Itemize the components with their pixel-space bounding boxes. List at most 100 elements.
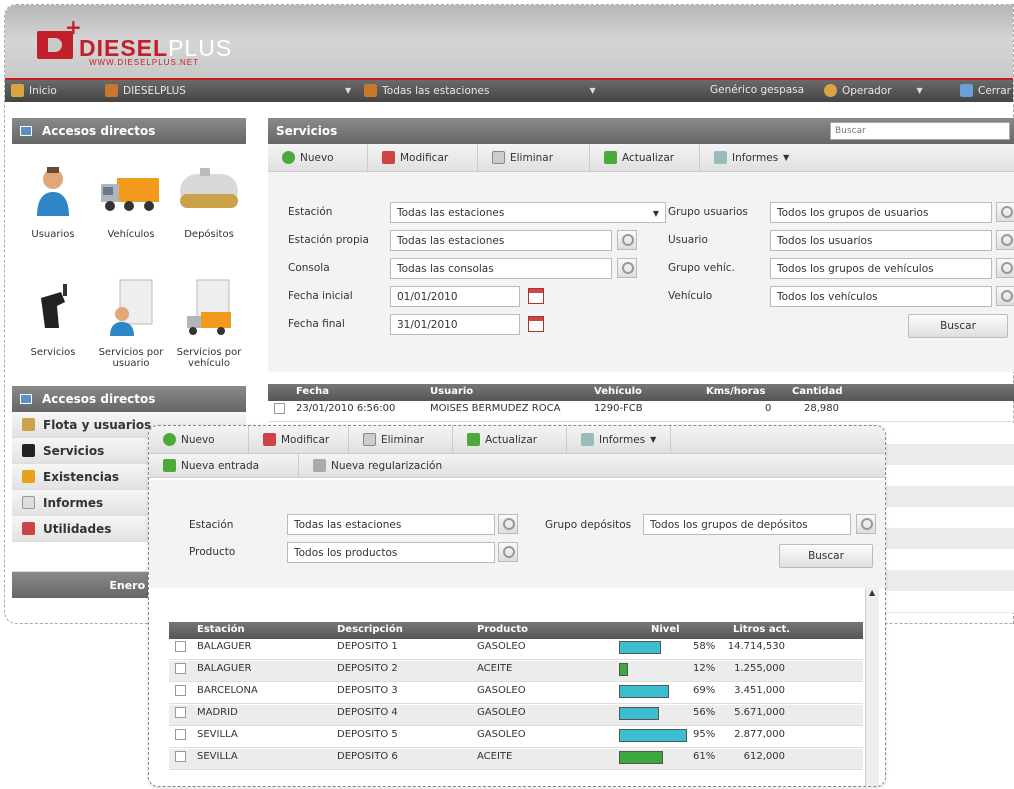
shortcut-vehicles[interactable]: Vehículos bbox=[94, 164, 168, 240]
edit-button[interactable]: Modificar bbox=[249, 426, 349, 453]
level-bar bbox=[619, 707, 659, 720]
table-row[interactable]: MADRID DEPOSITO 4 GASOLEO 56% 5.671,000 bbox=[169, 705, 863, 726]
scrollbar[interactable]: ▲ bbox=[865, 588, 879, 786]
calendar-icon[interactable] bbox=[528, 288, 544, 304]
fleet-icon bbox=[22, 418, 35, 431]
vehicle-field[interactable]: Todos los vehículos bbox=[770, 286, 992, 307]
station-label: Estación bbox=[189, 519, 234, 531]
group-label: Grupo depósitos bbox=[545, 519, 632, 531]
row-checkbox[interactable] bbox=[175, 707, 186, 718]
search-input[interactable] bbox=[830, 122, 1010, 140]
shortcuts-header: Accesos directos bbox=[12, 118, 246, 144]
deposits-popup: Nuevo Modificar Eliminar Actualizar Info… bbox=[148, 425, 886, 787]
vehicle-group-field[interactable]: Todos los grupos de vehículos bbox=[770, 258, 992, 279]
search-icon[interactable] bbox=[996, 258, 1014, 278]
level-bar bbox=[619, 641, 661, 654]
product-label: Producto bbox=[189, 546, 236, 558]
search-icon[interactable] bbox=[617, 230, 637, 250]
end-date-field[interactable]: 31/01/2010 bbox=[390, 314, 520, 335]
user-label: Genérico gespasa bbox=[710, 84, 805, 96]
group-field[interactable]: Todos los grupos de depósitos bbox=[643, 514, 851, 535]
home-link[interactable]: Inicio bbox=[11, 84, 57, 97]
grid-icon bbox=[20, 394, 32, 404]
user-icon bbox=[37, 167, 69, 216]
table-row[interactable]: BALAGUER DEPOSITO 1 GASOLEO 58% 14.714,530 bbox=[169, 639, 863, 660]
search-button[interactable]: Buscar bbox=[908, 314, 1008, 338]
row-checkbox[interactable] bbox=[274, 403, 285, 414]
row-checkbox[interactable] bbox=[175, 663, 186, 674]
search-icon[interactable] bbox=[996, 202, 1014, 222]
search-icon[interactable] bbox=[996, 286, 1014, 306]
user-label: Usuario bbox=[668, 234, 708, 246]
table-row[interactable]: SEVILLA DEPOSITO 5 GASOLEO 95% 2.877,000 bbox=[169, 727, 863, 748]
row-checkbox[interactable] bbox=[175, 751, 186, 762]
refresh-button[interactable]: Actualizar bbox=[590, 144, 700, 171]
console-label: Consola bbox=[288, 262, 330, 274]
user-group-field[interactable]: Todos los grupos de usuarios bbox=[770, 202, 992, 223]
edit-icon bbox=[382, 151, 395, 164]
row-checkbox[interactable] bbox=[175, 685, 186, 696]
chevron-down-icon: ▼ bbox=[345, 86, 352, 95]
search-icon[interactable] bbox=[617, 258, 637, 278]
row-checkbox[interactable] bbox=[175, 729, 186, 740]
edit-icon bbox=[263, 433, 276, 446]
reports-button[interactable]: Informes ▼ bbox=[567, 426, 672, 453]
station-field[interactable]: Todas las estaciones bbox=[287, 514, 495, 535]
shortcut-services-by-user[interactable]: Servicios por usuario bbox=[94, 278, 168, 369]
user-group-label: Grupo usuarios bbox=[668, 206, 748, 218]
own-station-field[interactable]: Todas las estaciones bbox=[390, 230, 612, 251]
level-bar bbox=[619, 751, 663, 764]
end-date-label: Fecha final bbox=[288, 318, 345, 330]
search-icon[interactable] bbox=[498, 542, 518, 562]
product-field[interactable]: Todos los productos bbox=[287, 542, 495, 563]
table-row[interactable]: 23/01/2010 6:56:00 MOISES BERMUDEZ ROCA … bbox=[268, 401, 1014, 422]
edit-button[interactable]: Modificar bbox=[368, 144, 478, 171]
stock-chart-icon bbox=[22, 470, 35, 483]
shortcut-services-by-vehicle[interactable]: Servicios por vehículo bbox=[172, 278, 246, 369]
logo-plus: + bbox=[65, 15, 82, 39]
chevron-down-icon: ▼ bbox=[650, 435, 657, 444]
console-field[interactable]: Todas las consolas bbox=[390, 258, 612, 279]
user-field[interactable]: Todos los usuarios bbox=[770, 230, 992, 251]
refresh-icon bbox=[467, 433, 480, 446]
table-row[interactable]: BALAGUER DEPOSITO 2 ACEITE 12% 1.255,000 bbox=[169, 661, 863, 682]
nav-shortcuts[interactable]: Accesos directos bbox=[12, 386, 246, 412]
search-icon[interactable] bbox=[856, 514, 876, 534]
role-selector[interactable]: Operador ▼ bbox=[824, 84, 923, 97]
vehicle-label: Vehículo bbox=[668, 290, 713, 302]
new-adjustment-button[interactable]: Nueva regularización bbox=[299, 454, 456, 477]
level-bar bbox=[619, 685, 669, 698]
chevron-up-icon: ▲ bbox=[869, 588, 876, 597]
shortcut-deposits[interactable]: Depósitos bbox=[172, 164, 246, 240]
new-entry-button[interactable]: Nueva entrada bbox=[149, 454, 299, 477]
shortcut-services[interactable]: Servicios bbox=[16, 278, 90, 358]
station-select[interactable]: Todas las estaciones ▼ bbox=[390, 202, 666, 223]
fuel-nozzle-icon bbox=[41, 284, 67, 328]
refresh-button[interactable]: Actualizar bbox=[453, 426, 567, 453]
start-date-label: Fecha inicial bbox=[288, 290, 353, 302]
deposits-toolbar: Nuevo Modificar Eliminar Actualizar Info… bbox=[149, 426, 885, 454]
station-selector[interactable]: ▼ Todas las estaciones ▼ bbox=[345, 84, 596, 97]
start-date-field[interactable]: 01/01/2010 bbox=[390, 286, 520, 307]
deposits-subtoolbar: Nueva entrada Nueva regularización bbox=[149, 454, 885, 478]
new-button[interactable]: Nuevo bbox=[149, 426, 249, 453]
truck-document-icon bbox=[187, 279, 231, 335]
search-icon[interactable] bbox=[498, 514, 518, 534]
printer-icon bbox=[714, 151, 727, 164]
shortcut-users[interactable]: Usuarios bbox=[16, 164, 90, 240]
delete-button[interactable]: Eliminar bbox=[349, 426, 453, 453]
fuel-entry-icon bbox=[163, 459, 176, 472]
row-checkbox[interactable] bbox=[175, 641, 186, 652]
delete-button[interactable]: Eliminar bbox=[478, 144, 590, 171]
calendar-icon[interactable] bbox=[528, 316, 544, 332]
new-button[interactable]: Nuevo bbox=[268, 144, 368, 171]
level-bar bbox=[619, 729, 687, 742]
chevron-down-icon: ▼ bbox=[916, 86, 923, 95]
search-button[interactable]: Buscar bbox=[779, 544, 873, 568]
table-row[interactable]: SEVILLA DEPOSITO 6 ACEITE 61% 612,000 bbox=[169, 749, 863, 770]
table-row[interactable]: BARCELONA DEPOSITO 3 GASOLEO 69% 3.451,000 bbox=[169, 683, 863, 704]
search-icon[interactable] bbox=[996, 230, 1014, 250]
services-filters: Estación Todas las estaciones ▼ Estación … bbox=[268, 172, 1014, 372]
logout-button[interactable]: Cerrar bbox=[960, 84, 1011, 97]
reports-button[interactable]: Informes ▼ bbox=[700, 144, 803, 171]
